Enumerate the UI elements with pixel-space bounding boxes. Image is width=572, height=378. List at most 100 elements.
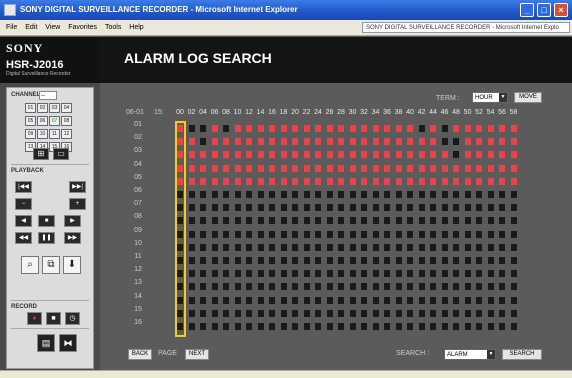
- log-cell[interactable]: [372, 217, 379, 225]
- log-cell[interactable]: [464, 323, 471, 330]
- log-cell[interactable]: [269, 323, 275, 330]
- log-cell[interactable]: [246, 125, 252, 132]
- log-cell[interactable]: [280, 270, 287, 278]
- log-cell[interactable]: [499, 270, 505, 278]
- log-cell[interactable]: [188, 309, 195, 317]
- log-cell[interactable]: [430, 125, 436, 132]
- log-cell[interactable]: [188, 191, 195, 198]
- log-cell[interactable]: [223, 296, 229, 304]
- log-cell[interactable]: [326, 191, 333, 198]
- log-cell[interactable]: [430, 138, 436, 146]
- log-cell[interactable]: [292, 296, 298, 304]
- log-cell[interactable]: [476, 309, 482, 317]
- log-cell[interactable]: [430, 151, 436, 159]
- log-cell[interactable]: [326, 257, 333, 264]
- log-cell[interactable]: [372, 230, 379, 238]
- log-cell[interactable]: [349, 204, 356, 212]
- log-cell[interactable]: [326, 217, 333, 225]
- log-cell[interactable]: [234, 138, 241, 146]
- log-cell[interactable]: [441, 191, 448, 198]
- log-cell[interactable]: [303, 164, 310, 172]
- log-cell[interactable]: [430, 309, 436, 317]
- log-cell[interactable]: [338, 230, 344, 238]
- log-cell[interactable]: [303, 125, 310, 132]
- log-cell[interactable]: [269, 177, 275, 185]
- log-cell[interactable]: [487, 125, 494, 132]
- log-cell[interactable]: [303, 283, 310, 291]
- log-cell[interactable]: [257, 243, 264, 251]
- log-cell[interactable]: [223, 204, 229, 212]
- log-cell[interactable]: [361, 230, 367, 238]
- log-cell[interactable]: [269, 217, 275, 225]
- log-cell[interactable]: [464, 257, 471, 264]
- log-cell[interactable]: [384, 243, 390, 251]
- log-cell[interactable]: [211, 230, 218, 238]
- log-cell[interactable]: [464, 270, 471, 278]
- channel-button-06[interactable]: 06: [37, 116, 48, 126]
- log-cell[interactable]: [211, 283, 218, 291]
- log-cell[interactable]: [395, 217, 402, 225]
- log-cell[interactable]: [200, 243, 206, 251]
- log-cell[interactable]: [211, 270, 218, 278]
- log-cell[interactable]: [349, 191, 356, 198]
- log-cell[interactable]: [315, 257, 321, 264]
- log-cell[interactable]: [418, 164, 425, 172]
- log-cell[interactable]: [269, 309, 275, 317]
- log-cell[interactable]: [234, 177, 241, 185]
- log-cell[interactable]: [211, 138, 218, 146]
- log-cell[interactable]: [464, 296, 471, 304]
- log-cell[interactable]: [499, 217, 505, 225]
- log-cell[interactable]: [200, 177, 206, 185]
- channel-button-12[interactable]: 12: [61, 129, 72, 139]
- menu-help[interactable]: Help: [129, 24, 143, 31]
- log-cell[interactable]: [430, 243, 436, 251]
- log-cell[interactable]: [200, 151, 206, 159]
- log-cell[interactable]: [349, 257, 356, 264]
- log-cell[interactable]: [246, 296, 252, 304]
- log-cell[interactable]: [234, 323, 241, 330]
- log-cell[interactable]: [510, 151, 517, 159]
- log-cell[interactable]: [487, 283, 494, 291]
- log-cell[interactable]: [361, 270, 367, 278]
- log-cell[interactable]: [223, 138, 229, 146]
- log-cell[interactable]: [246, 177, 252, 185]
- log-cell[interactable]: [407, 125, 413, 132]
- log-cell[interactable]: [315, 164, 321, 172]
- search-icon[interactable]: ⌕: [21, 256, 39, 274]
- log-cell[interactable]: [418, 125, 425, 132]
- log-cell[interactable]: [407, 217, 413, 225]
- log-cell[interactable]: [292, 164, 298, 172]
- log-cell[interactable]: [188, 283, 195, 291]
- search-type-select[interactable]: ALARM ▼: [444, 349, 496, 360]
- fast-forward-button[interactable]: ▶▶: [64, 232, 81, 244]
- log-cell[interactable]: [499, 296, 505, 304]
- log-cell[interactable]: [246, 138, 252, 146]
- log-cell[interactable]: [211, 243, 218, 251]
- log-cell[interactable]: [395, 283, 402, 291]
- log-cell[interactable]: [326, 296, 333, 304]
- log-cell[interactable]: [407, 164, 413, 172]
- log-cell[interactable]: [476, 243, 482, 251]
- log-cell[interactable]: [487, 191, 494, 198]
- log-cell[interactable]: [430, 204, 436, 212]
- log-cell[interactable]: [303, 138, 310, 146]
- log-cell[interactable]: [269, 270, 275, 278]
- channel-button-04[interactable]: 04: [61, 103, 72, 113]
- log-cell[interactable]: [280, 230, 287, 238]
- log-cell[interactable]: [487, 204, 494, 212]
- log-cell[interactable]: [338, 204, 344, 212]
- log-cell[interactable]: [464, 191, 471, 198]
- log-cell[interactable]: [510, 125, 517, 132]
- log-cell[interactable]: [246, 323, 252, 330]
- log-cell[interactable]: [499, 323, 505, 330]
- log-cell[interactable]: [499, 257, 505, 264]
- log-cell[interactable]: [407, 177, 413, 185]
- log-cell[interactable]: [384, 270, 390, 278]
- log-cell[interactable]: [246, 270, 252, 278]
- log-cell[interactable]: [315, 138, 321, 146]
- log-cell[interactable]: [510, 138, 517, 146]
- log-cell[interactable]: [407, 270, 413, 278]
- log-cell[interactable]: [315, 191, 321, 198]
- log-cell[interactable]: [280, 191, 287, 198]
- log-cell[interactable]: [464, 309, 471, 317]
